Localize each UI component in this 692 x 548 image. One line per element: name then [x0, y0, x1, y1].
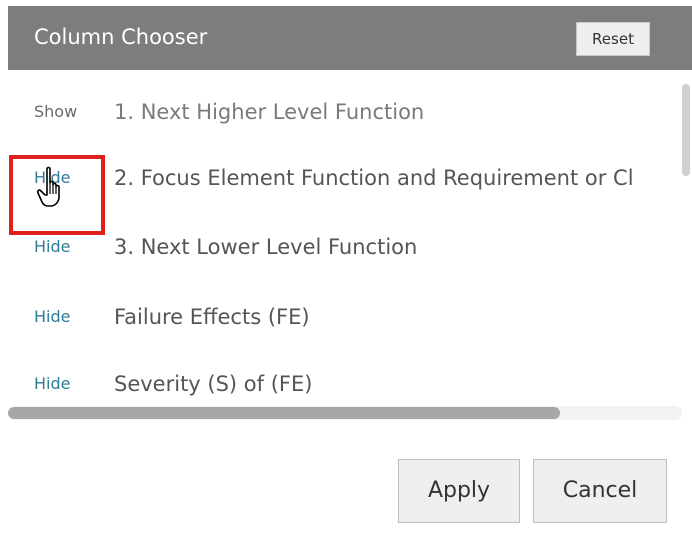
column-label: Failure Effects (FE): [114, 305, 310, 329]
cancel-button[interactable]: Cancel: [533, 459, 667, 523]
hide-toggle-link[interactable]: Hide: [34, 237, 70, 257]
column-list[interactable]: Show 1. Next Higher Level Function Hide …: [8, 72, 682, 412]
column-label: 2. Focus Element Function and Requiremen…: [114, 166, 634, 190]
horizontal-scrollbar-thumb[interactable]: [8, 407, 560, 419]
hide-toggle-link[interactable]: Hide: [34, 307, 70, 327]
show-toggle-link[interactable]: Show: [34, 102, 77, 122]
hide-toggle-link[interactable]: Hide: [34, 374, 70, 394]
hand-pointer-icon: [36, 166, 60, 207]
column-label: 1. Next Higher Level Function: [114, 100, 425, 124]
reset-button[interactable]: Reset: [576, 22, 650, 56]
column-chooser-dialog: Column Chooser Reset Show 1. Next Higher…: [0, 0, 692, 548]
column-label: 3. Next Lower Level Function: [114, 235, 418, 259]
vertical-scrollbar-thumb[interactable]: [682, 84, 690, 176]
dialog-titlebar: Column Chooser Reset: [8, 6, 692, 70]
column-label: Severity (S) of (FE): [114, 372, 313, 396]
apply-button[interactable]: Apply: [398, 459, 520, 523]
dialog-title: Column Chooser: [34, 25, 208, 49]
